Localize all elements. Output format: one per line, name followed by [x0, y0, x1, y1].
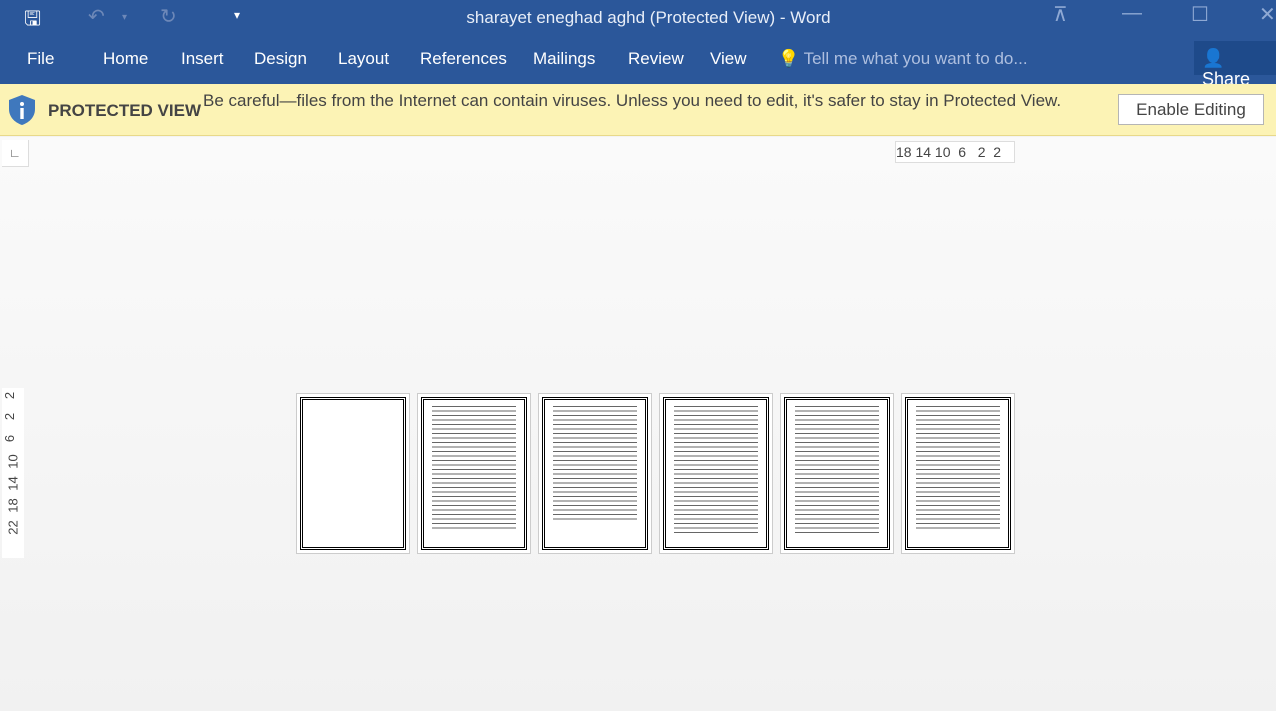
tab-insert[interactable]: Insert	[181, 49, 224, 69]
page-thumbnail[interactable]	[901, 393, 1015, 554]
ruler-mark: 2	[2, 391, 18, 400]
tab-view[interactable]: View	[710, 49, 747, 69]
window-title: sharayet eneghad aghd (Protected View) -…	[466, 8, 831, 27]
ruler-mark: 2	[2, 412, 18, 421]
tell-me-text: Tell me what you want to do...	[803, 49, 1028, 68]
horizontal-ruler[interactable]: 18 14 10 6 2 2	[895, 141, 1015, 163]
ribbon-display-icon[interactable]: ⊼	[1053, 2, 1068, 27]
page-thumbnail[interactable]	[780, 393, 894, 554]
page-thumbnail[interactable]	[296, 393, 410, 554]
close-button[interactable]: ✕	[1259, 2, 1276, 27]
page-thumbnail[interactable]	[538, 393, 652, 554]
share-button[interactable]: 👤 Share	[1194, 41, 1276, 89]
tab-design[interactable]: Design	[254, 49, 307, 69]
tab-home[interactable]: Home	[103, 49, 148, 69]
person-add-icon: 👤	[1202, 48, 1225, 68]
ruler-mark: 22	[5, 520, 21, 535]
protected-view-message: Be careful—files from the Internet can c…	[203, 91, 1062, 110]
protected-view-label: PROTECTED VIEW	[48, 101, 202, 120]
ruler-mark: 18	[5, 498, 21, 513]
ruler-mark: 10	[5, 454, 21, 469]
tab-selector[interactable]: ∟	[2, 140, 29, 167]
tell-me-search[interactable]: 💡 Tell me what you want to do...	[778, 49, 1028, 69]
vertical-ruler[interactable]: 2 2 6 10 14 18 22	[2, 388, 24, 558]
tab-references[interactable]: References	[420, 49, 507, 69]
maximize-button[interactable]: ☐	[1191, 2, 1209, 27]
ruler-mark: 14	[5, 476, 21, 491]
tab-mailings[interactable]: Mailings	[533, 49, 595, 69]
minimize-button[interactable]: —	[1122, 2, 1142, 25]
lightbulb-icon: 💡	[778, 49, 800, 68]
tab-review[interactable]: Review	[628, 49, 684, 69]
tab-file[interactable]: File	[27, 49, 54, 69]
shield-info-icon	[9, 95, 35, 125]
enable-editing-button[interactable]: Enable Editing	[1118, 94, 1264, 125]
ruler-mark: 6	[2, 434, 18, 443]
tab-layout[interactable]: Layout	[338, 49, 389, 69]
page-thumbnail[interactable]	[659, 393, 773, 554]
page-thumbnail[interactable]	[417, 393, 531, 554]
title-bar: 🖫 ↶ ▾ ↻ ▾ sharayet eneghad aghd (Protect…	[0, 0, 1276, 89]
